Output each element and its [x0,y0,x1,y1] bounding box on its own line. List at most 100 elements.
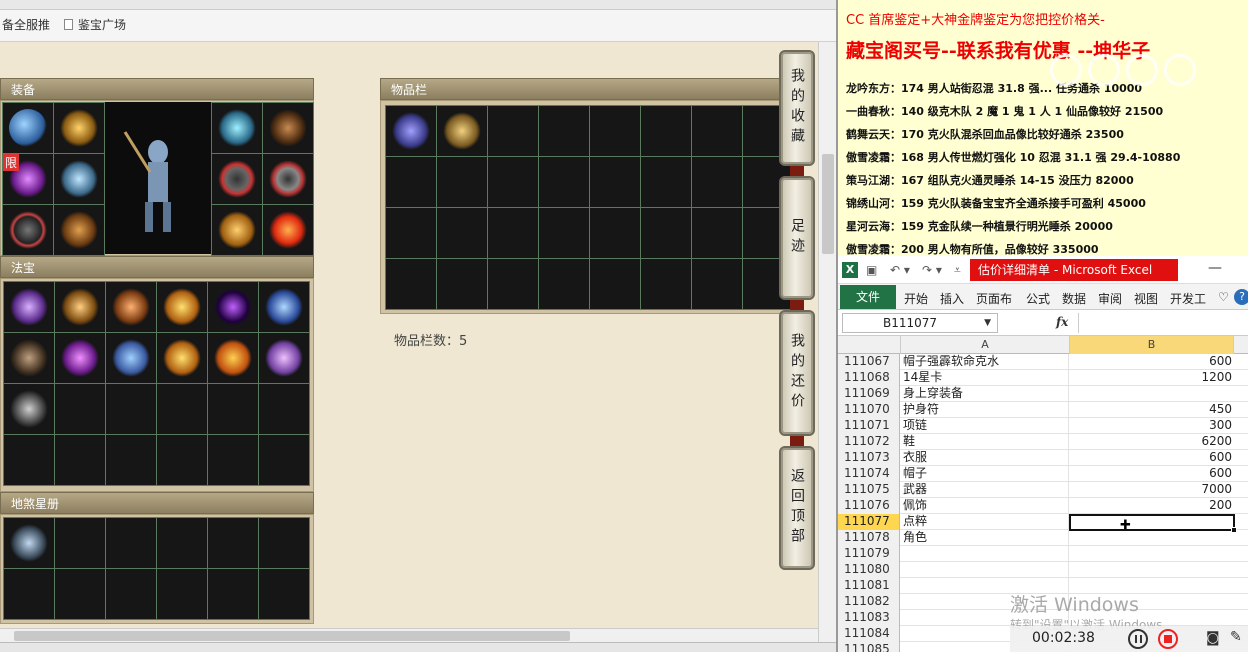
cell-a[interactable]: 帽子强霹软命克水 [901,354,1069,370]
star-slot[interactable] [106,569,156,619]
row-number[interactable]: 111080 [838,562,900,578]
cell-a[interactable]: 帽子 [901,466,1069,482]
inventory-slot[interactable] [386,106,436,156]
fabao-slot[interactable] [208,435,258,485]
cell-a[interactable]: 项链 [901,418,1069,434]
footprints-button[interactable]: 足迹 [779,176,815,300]
inventory-slot[interactable] [590,208,640,258]
cell-b[interactable]: 600 [1070,450,1234,466]
cell-b[interactable]: 200 [1070,498,1234,514]
equipment-slot[interactable] [54,205,104,255]
function-icon[interactable]: fx [1056,315,1068,329]
cell-a[interactable]: 角色 [901,530,1069,546]
fabao-slot[interactable] [4,384,54,434]
inventory-slot[interactable] [488,259,538,309]
inventory-slot[interactable] [539,157,589,207]
star-slot[interactable] [4,569,54,619]
cell-b[interactable]: 300 [1070,418,1234,434]
star-slot[interactable] [106,518,156,568]
tab-file[interactable]: 文件 [840,285,896,309]
star-slot[interactable] [157,569,207,619]
fabao-slot[interactable] [259,435,309,485]
fabao-slot[interactable] [4,435,54,485]
row-number[interactable]: 111072 [838,434,900,450]
star-slot[interactable] [157,518,207,568]
inventory-slot[interactable] [488,106,538,156]
fabao-slot[interactable] [106,384,156,434]
cell-a[interactable] [901,546,1069,562]
fabao-slot[interactable] [157,333,207,383]
equipment-slot[interactable] [212,205,262,255]
fabao-slot[interactable] [55,333,105,383]
inventory-slot[interactable] [539,259,589,309]
fabao-slot[interactable] [106,435,156,485]
row-number[interactable]: 111081 [838,578,900,594]
fabao-slot[interactable] [157,384,207,434]
inventory-slot[interactable] [590,259,640,309]
row-number[interactable]: 111083 [838,610,900,626]
cell-a[interactable]: 护身符 [901,402,1069,418]
inventory-slot[interactable] [437,259,487,309]
scroll-thumb[interactable] [14,631,570,641]
inventory-slot[interactable] [692,106,742,156]
row-number[interactable]: 111070 [838,402,900,418]
row-number[interactable]: 111067 [838,354,900,370]
row-number[interactable]: 111074 [838,466,900,482]
equipment-slot[interactable] [54,154,104,204]
cell-b[interactable]: 7000 [1070,482,1234,498]
scroll-thumb[interactable] [822,154,834,254]
inventory-slot[interactable] [539,208,589,258]
equipment-slot[interactable] [263,205,313,255]
name-box[interactable]: B111077 ▼ [842,313,998,333]
cell-a[interactable]: 点粹 [901,514,1069,530]
fabao-slot[interactable] [157,282,207,332]
equipment-slot[interactable] [212,154,262,204]
equipment-slot[interactable] [212,103,262,153]
cell-b[interactable]: 600 [1070,466,1234,482]
inventory-slot[interactable] [488,208,538,258]
inventory-slot[interactable] [641,259,691,309]
cell-a[interactable]: 鞋 [901,434,1069,450]
undo-icon[interactable]: ↶ ▾ [890,263,910,277]
cell-b[interactable]: 1200 [1070,370,1234,386]
fabao-slot[interactable] [157,435,207,485]
fabao-slot[interactable] [208,384,258,434]
fabao-slot[interactable] [55,282,105,332]
inventory-slot[interactable] [539,106,589,156]
bookmark-item[interactable]: 备全服推 [2,16,50,33]
fill-handle[interactable] [1231,527,1237,533]
star-slot[interactable] [259,518,309,568]
customize-qat-icon[interactable]: ⩡ [954,263,961,278]
equipment-slot[interactable] [54,103,104,153]
inventory-slot[interactable] [386,208,436,258]
tab-view[interactable]: 视图 [1134,290,1158,307]
fabao-slot[interactable] [259,282,309,332]
row-number[interactable]: 111076 [838,498,900,514]
row-number[interactable]: 111085 [838,642,900,652]
cell-b[interactable]: 6200 [1070,434,1234,450]
star-slot[interactable] [259,569,309,619]
pen-icon[interactable]: ✎ [1230,629,1242,645]
cell-a[interactable]: 衣服 [901,450,1069,466]
inventory-slot[interactable] [641,208,691,258]
inventory-slot[interactable] [437,208,487,258]
cell-b[interactable] [1070,386,1234,402]
minimize-icon[interactable]: — [1208,260,1222,276]
inventory-slot[interactable] [692,208,742,258]
cell-b[interactable] [1070,530,1234,546]
equipment-slot[interactable] [263,154,313,204]
redo-icon[interactable]: ↷ ▾ [922,263,942,277]
star-slot[interactable] [4,518,54,568]
column-header-a[interactable]: A [901,336,1070,354]
row-number[interactable]: 111069 [838,386,900,402]
fabao-slot[interactable] [4,282,54,332]
cell-a[interactable]: 14星卡 [901,370,1069,386]
inventory-slot[interactable] [590,106,640,156]
cell-b[interactable]: 600 [1070,354,1234,370]
formula-input[interactable] [1078,313,1248,333]
equipment-slot[interactable] [3,205,53,255]
help-icon[interactable]: ? [1234,289,1248,305]
cell-a[interactable]: 武器 [901,482,1069,498]
inventory-slot[interactable] [692,157,742,207]
fabao-slot[interactable] [208,282,258,332]
